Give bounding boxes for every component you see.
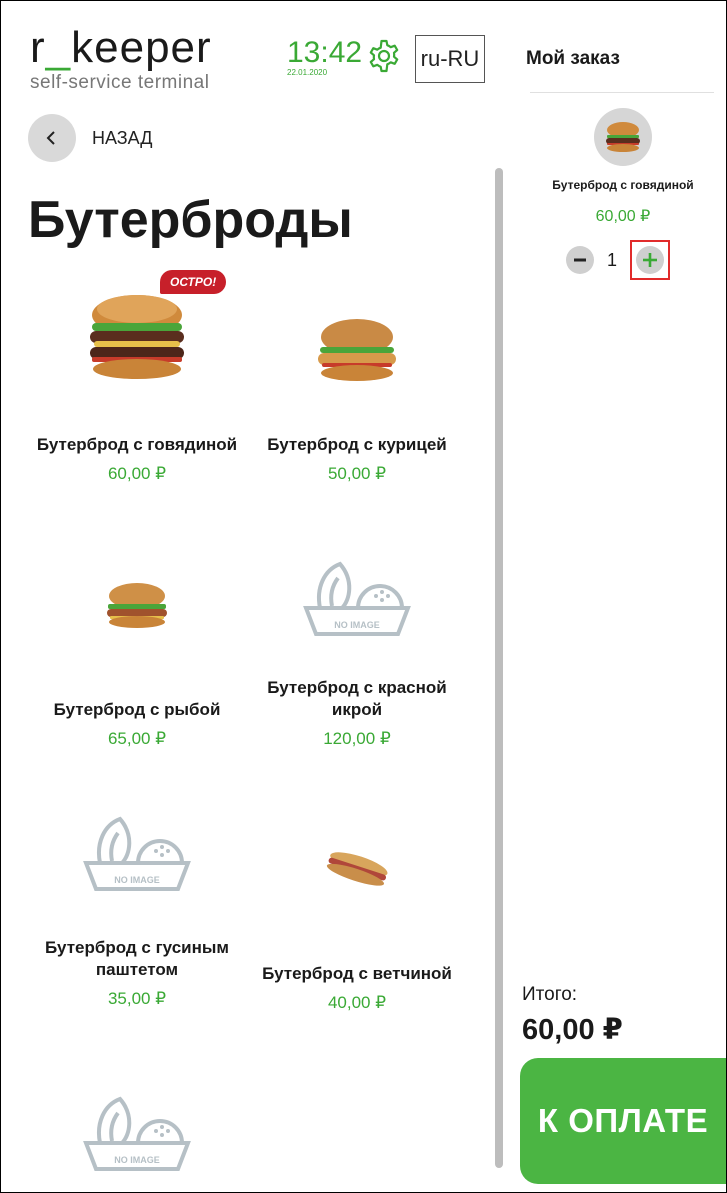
product-price: 35,00 ₽ <box>107 989 167 1008</box>
language-selector[interactable]: ru-RU <box>415 35 485 83</box>
quantity-value: 1 <box>606 249 617 270</box>
product-image <box>32 555 242 655</box>
category-title: Бутерброды <box>28 191 353 249</box>
plus-icon[interactable] <box>636 246 664 274</box>
language-label: ru-RU <box>420 46 480 71</box>
no-image-label: NO IMAGE <box>114 1155 160 1165</box>
no-image-label: NO IMAGE <box>334 620 380 630</box>
quantity-stepper: 1 <box>566 240 670 280</box>
order-item-name: Бутерброд с говядиной <box>552 178 694 192</box>
pay-button[interactable]: К ОПЛАТЕ <box>520 1058 726 1184</box>
order-item-image <box>594 108 652 166</box>
product-card-beef[interactable]: ОСТРО! Бутерброд с говядиной 60,00 ₽ <box>32 270 242 484</box>
no-image-label: NO IMAGE <box>114 875 160 885</box>
product-price: 50,00 ₽ <box>327 464 387 483</box>
product-card-caviar[interactable]: NO IMAGE Бутерброд с красной икрой 120,0… <box>252 555 462 749</box>
product-name: Бутерброд с говядиной <box>36 435 238 454</box>
product-price: 120,00 ₽ <box>323 729 391 748</box>
product-card-chicken[interactable]: Бутерброд с курицей 50,00 ₽ <box>252 270 462 484</box>
logo-text-keeper: keeper <box>71 23 212 72</box>
no-image-icon: NO IMAGE <box>32 815 242 895</box>
product-image <box>252 815 462 925</box>
logo-text-underscore: _ <box>45 23 72 72</box>
product-image: ОСТРО! <box>32 270 242 400</box>
product-card-fish[interactable]: Бутерброд с рыбой 65,00 ₽ <box>32 555 242 749</box>
product-name: Бутерброд с курицей <box>267 435 447 454</box>
order-item-price: 60,00 ₽ <box>595 208 651 225</box>
brand-logo: r_keeper self-service terminal <box>30 26 212 94</box>
clock-date: 22.01.2020 <box>287 68 328 77</box>
product-name: Бутерброд с красной икрой <box>267 678 447 719</box>
product-image <box>252 270 462 400</box>
product-name: Бутерброд с рыбой <box>53 700 221 719</box>
order-title: Мой заказ <box>526 48 620 69</box>
total-label: Итого: <box>522 984 578 1005</box>
product-card-ham[interactable]: Бутерброд с ветчиной 40,00 ₽ <box>252 815 462 1013</box>
scrollbar[interactable] <box>495 168 503 1168</box>
chevron-left-icon <box>28 114 76 162</box>
clock: 13:42 22.01.2020 <box>287 36 363 78</box>
order-divider <box>530 92 714 93</box>
plus-button-highlight[interactable] <box>630 240 670 280</box>
clock-time: 13:42 <box>287 36 363 69</box>
product-price: 40,00 ₽ <box>327 993 387 1012</box>
product-card-goose-pate[interactable]: NO IMAGE Бутерброд с гусиным паштетом 35… <box>32 815 242 1009</box>
product-name: Бутерброд с гусиным паштетом <box>45 938 229 979</box>
back-label: НАЗАД <box>92 127 153 148</box>
logo-text-r: r <box>30 23 46 72</box>
back-button[interactable]: НАЗАД <box>28 114 152 162</box>
total-value: 60,00 ₽ <box>522 1014 623 1046</box>
product-price: 65,00 ₽ <box>107 729 167 748</box>
minus-icon[interactable] <box>566 246 594 274</box>
no-image-icon: NO IMAGE <box>252 555 462 645</box>
product-price: 60,00 ₽ <box>107 464 167 483</box>
product-card-more[interactable]: NO IMAGE <box>32 1085 242 1185</box>
spicy-badge: ОСТРО! <box>160 270 227 294</box>
product-name: Бутерброд с ветчиной <box>262 964 452 983</box>
gear-icon[interactable] <box>366 38 402 74</box>
no-image-icon: NO IMAGE <box>32 1085 242 1185</box>
pay-button-label: К ОПЛАТЕ <box>537 1102 709 1139</box>
logo-subtitle: self-service terminal <box>30 72 210 93</box>
